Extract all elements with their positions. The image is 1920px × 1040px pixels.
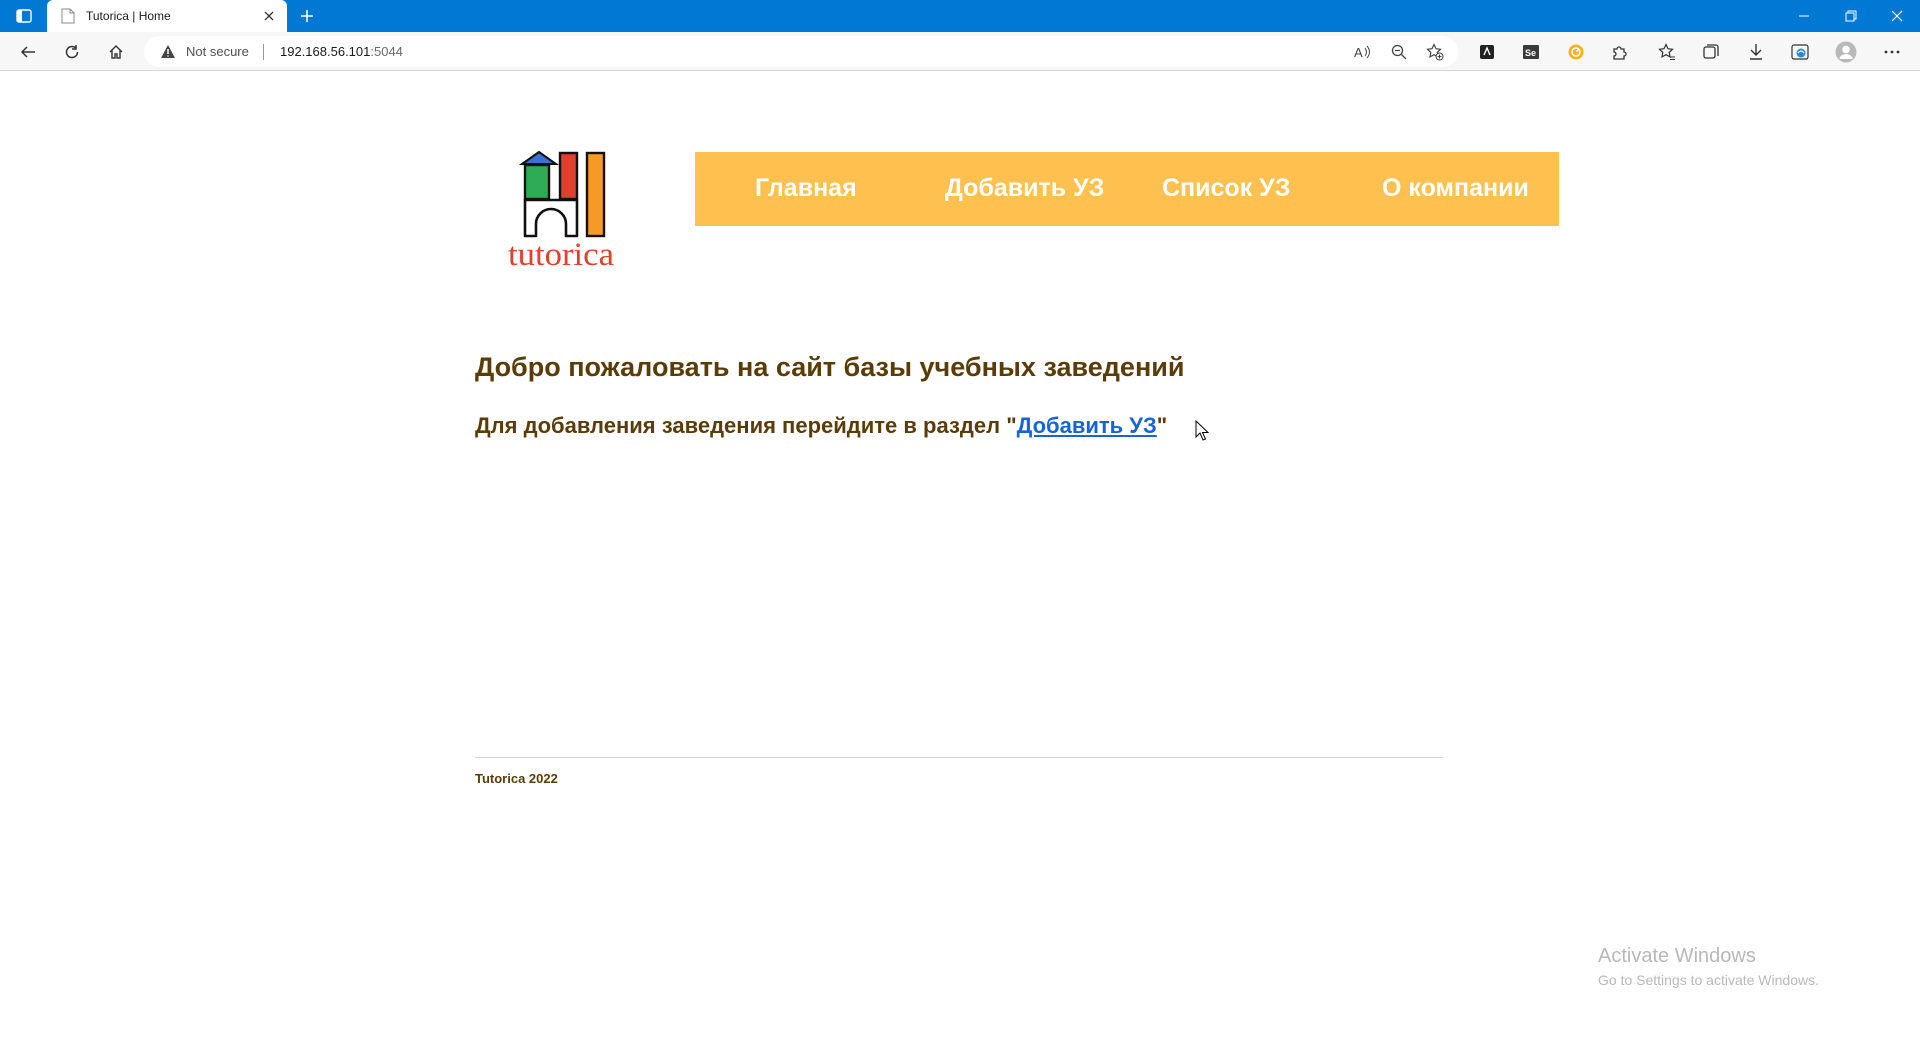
nav-add-school[interactable]: Добавить УЗ — [945, 174, 1104, 203]
activate-windows-watermark: Activate Windows Go to Settings to activ… — [1598, 945, 1819, 988]
profile-avatar-icon[interactable] — [1833, 39, 1859, 65]
address-bar[interactable]: Not secure 192.168.56.101:5044 A — [144, 36, 1458, 67]
watermark-subtitle: Go to Settings to activate Windows. — [1598, 972, 1819, 988]
warning-icon[interactable] — [160, 44, 176, 59]
minimize-icon[interactable] — [1781, 0, 1827, 32]
page-favicon-icon — [60, 8, 76, 24]
nav-school-list[interactable]: Список УЗ — [1162, 174, 1290, 203]
extensions-puzzle-icon[interactable] — [1607, 39, 1633, 65]
url-text[interactable]: 192.168.56.101:5044 — [280, 44, 403, 59]
close-window-icon[interactable] — [1874, 0, 1920, 32]
read-aloud-icon[interactable]: A — [1353, 42, 1373, 62]
title-bar: Tutorica | Home — [0, 0, 1920, 32]
home-icon[interactable] — [102, 38, 130, 66]
downloads-icon[interactable] — [1743, 39, 1769, 65]
footer-text: Tutorica 2022 — [475, 771, 558, 786]
extension-orange-icon[interactable] — [1563, 39, 1589, 65]
restore-icon[interactable] — [1828, 0, 1874, 32]
site-logo[interactable]: tutorica — [508, 147, 628, 275]
nav-home[interactable]: Главная — [755, 174, 857, 203]
watermark-title: Activate Windows — [1598, 945, 1756, 967]
tab-close-icon[interactable] — [261, 8, 277, 24]
tab-title: Tutorica | Home — [86, 9, 171, 23]
extension-se-icon[interactable]: Se — [1518, 39, 1544, 65]
collections-icon[interactable] — [1698, 39, 1724, 65]
edge-extension-icon[interactable] — [1787, 39, 1813, 65]
logo-wordmark: tutorica — [508, 237, 614, 273]
refresh-icon[interactable] — [58, 38, 86, 66]
tab-actions-icon[interactable] — [10, 6, 38, 26]
svg-text:A: A — [1354, 45, 1363, 60]
footer-divider — [475, 757, 1443, 758]
add-favorite-icon[interactable] — [1425, 42, 1445, 62]
extension-dark-icon[interactable] — [1474, 39, 1500, 65]
svg-text:Se: Se — [1525, 48, 1536, 58]
back-icon[interactable] — [14, 38, 42, 66]
security-status[interactable]: Not secure — [186, 44, 249, 59]
mouse-cursor-icon — [1195, 420, 1209, 441]
nav-about[interactable]: О компании — [1382, 174, 1529, 203]
more-options-icon[interactable] — [1879, 39, 1905, 65]
instruction-prefix: Для добавления заведения перейдите в раз… — [475, 413, 1017, 438]
new-tab-icon[interactable] — [296, 5, 318, 27]
zoom-out-icon[interactable] — [1389, 42, 1409, 62]
welcome-heading: Добро пожаловать на сайт базы учебных за… — [475, 352, 1185, 382]
url-host: 192.168.56.101 — [280, 44, 371, 59]
instruction-suffix: " — [1156, 413, 1168, 438]
favorites-icon[interactable] — [1654, 39, 1680, 65]
url-port: :5044 — [370, 44, 403, 59]
add-school-link[interactable]: Добавить УЗ — [1017, 413, 1157, 438]
address-separator — [263, 44, 264, 60]
add-instruction: Для добавления заведения перейдите в раз… — [475, 413, 1167, 439]
main-navigation: Главная Добавить УЗ Список УЗ О компании — [695, 152, 1559, 226]
browser-tab[interactable]: Tutorica | Home — [47, 0, 287, 32]
